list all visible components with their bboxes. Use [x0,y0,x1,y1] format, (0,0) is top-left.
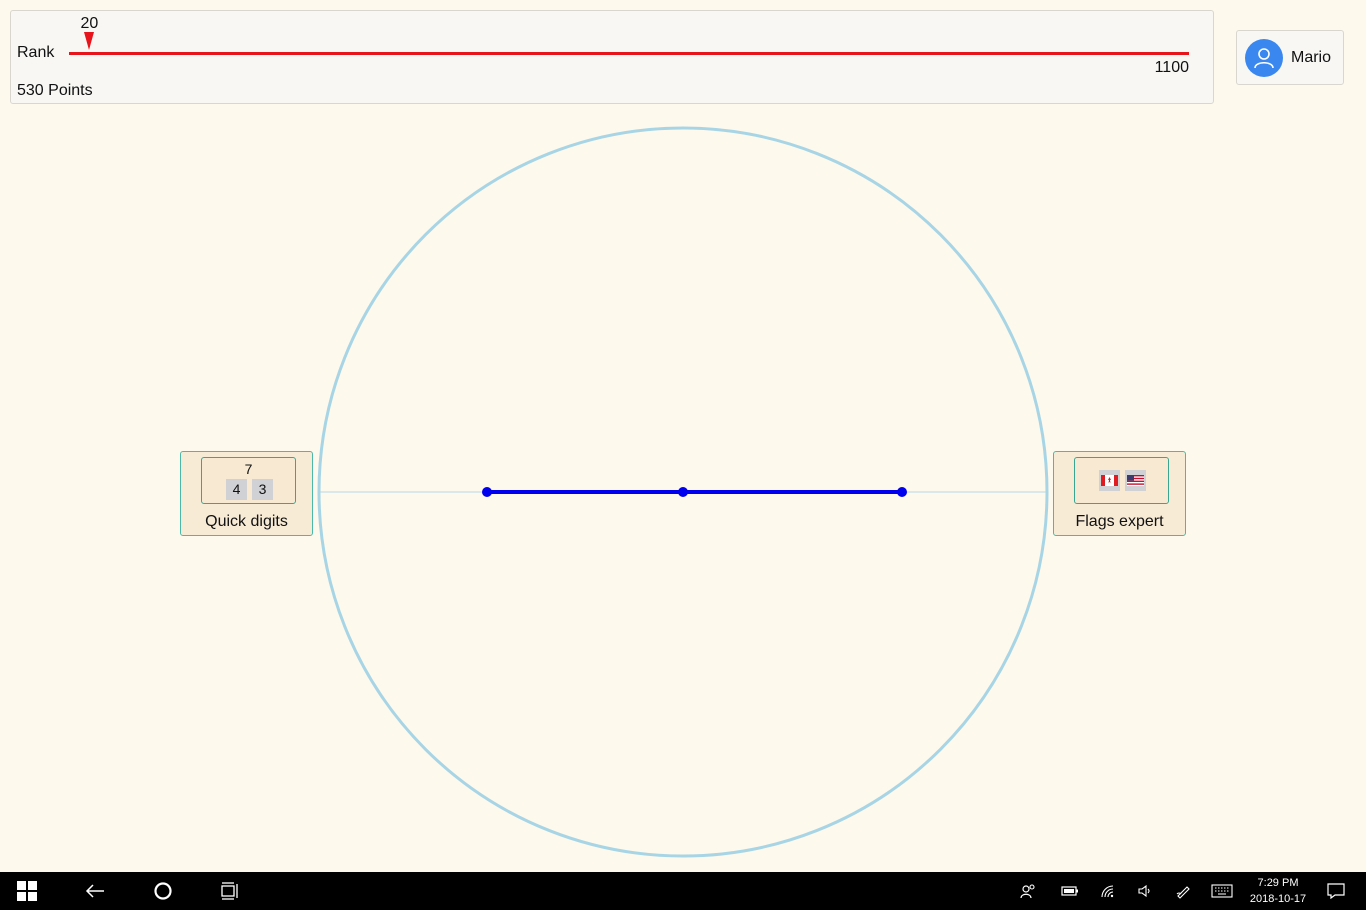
canada-flag-icon [1099,470,1120,491]
flags-expert-preview [1074,457,1169,504]
action-center-icon[interactable] [1324,872,1348,910]
pen-icon[interactable] [1171,872,1195,910]
flags-expert-label: Flags expert [1075,513,1164,530]
task-view-icon[interactable] [212,872,250,910]
battery-icon[interactable] [1058,872,1082,910]
left-node[interactable] [482,487,492,497]
keyboard-icon[interactable] [1208,872,1236,910]
digit-target: 7 [244,461,253,477]
quick-digits-card[interactable]: 7 4 3 Quick digits [180,451,313,536]
people-icon[interactable] [1016,872,1040,910]
clock-time: 7:29 PM [1257,877,1299,889]
quick-digits-label: Quick digits [205,513,288,530]
clock-date: 2018-10-17 [1249,893,1307,905]
back-arrow-icon[interactable] [76,872,114,910]
windows-start-icon[interactable] [8,872,46,910]
quick-digits-preview: 7 4 3 [201,457,296,504]
volume-icon[interactable] [1133,872,1157,910]
game-board [317,126,1049,858]
digit-tile: 3 [252,479,273,500]
taskbar: 7:29 PM 2018-10-17 [0,872,1366,910]
digit-tile: 4 [226,479,247,500]
wifi-icon[interactable] [1096,872,1120,910]
usa-flag-icon [1125,470,1146,491]
right-node[interactable] [897,487,907,497]
app-window: Rank 20 1100 530 Points Mario 7 4 3 Quic… [0,0,1366,872]
flags-expert-card[interactable]: Flags expert [1053,451,1186,536]
center-node[interactable] [678,487,688,497]
cortana-icon[interactable] [144,872,182,910]
taskbar-clock[interactable]: 7:29 PM 2018-10-17 [1240,875,1316,907]
